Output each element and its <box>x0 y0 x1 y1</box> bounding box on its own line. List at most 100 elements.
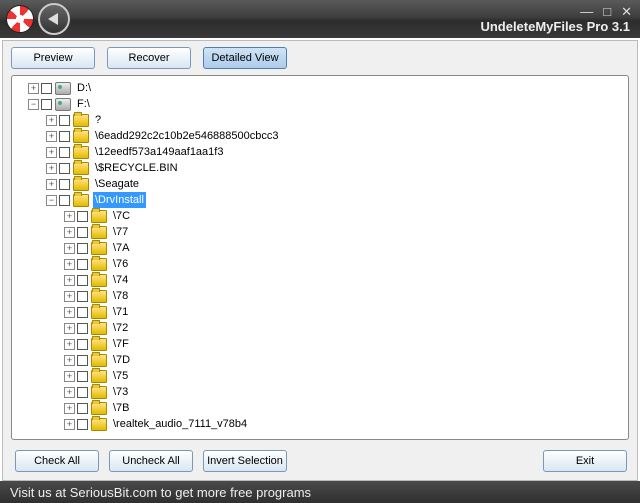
node-label[interactable]: \78 <box>111 288 130 304</box>
checkbox[interactable] <box>59 179 70 190</box>
tree-node[interactable]: + \7B <box>14 400 626 416</box>
checkbox[interactable] <box>41 83 52 94</box>
node-label[interactable]: \75 <box>111 368 130 384</box>
checkbox[interactable] <box>41 99 52 110</box>
node-label[interactable]: \12eedf573a149aaf1aa1f3 <box>93 144 225 160</box>
checkbox[interactable] <box>59 195 70 206</box>
node-label[interactable]: \DrvInstall <box>93 192 146 208</box>
tree-node[interactable]: + \77 <box>14 224 626 240</box>
node-label[interactable]: \7B <box>111 400 132 416</box>
detailed-view-button[interactable]: Detailed View <box>203 47 287 69</box>
expand-toggle[interactable]: + <box>46 131 57 142</box>
node-label[interactable]: \7C <box>111 208 132 224</box>
expand-toggle[interactable]: + <box>46 163 57 174</box>
checkbox[interactable] <box>77 387 88 398</box>
expand-toggle[interactable]: + <box>64 243 75 254</box>
node-label[interactable]: \72 <box>111 320 130 336</box>
node-label[interactable]: ? <box>93 112 103 128</box>
node-label[interactable]: \realtek_audio_7111_v78b4 <box>111 416 249 432</box>
tree-node[interactable]: + \75 <box>14 368 626 384</box>
expand-toggle[interactable]: + <box>64 259 75 270</box>
tree-node[interactable]: + \71 <box>14 304 626 320</box>
expand-toggle[interactable]: + <box>64 355 75 366</box>
tree-node[interactable]: + \78 <box>14 288 626 304</box>
check-all-button[interactable]: Check All <box>15 450 99 472</box>
node-label[interactable]: F:\ <box>75 96 92 112</box>
checkbox[interactable] <box>77 403 88 414</box>
checkbox[interactable] <box>77 323 88 334</box>
expand-toggle[interactable]: + <box>64 291 75 302</box>
tree-node[interactable]: + \7F <box>14 336 626 352</box>
expand-toggle[interactable]: + <box>64 323 75 334</box>
expand-toggle[interactable]: + <box>64 419 75 430</box>
checkbox[interactable] <box>77 227 88 238</box>
tree-node[interactable]: − F:\ <box>14 96 626 112</box>
node-label[interactable]: \Seagate <box>93 176 141 192</box>
expand-toggle[interactable]: + <box>64 403 75 414</box>
node-label[interactable]: \7A <box>111 240 132 256</box>
tree-node[interactable]: + \7D <box>14 352 626 368</box>
minimize-button[interactable]: — <box>580 4 593 20</box>
expand-toggle[interactable]: − <box>28 99 39 110</box>
expand-toggle[interactable]: + <box>46 147 57 158</box>
node-label[interactable]: \74 <box>111 272 130 288</box>
checkbox[interactable] <box>77 355 88 366</box>
tree-node[interactable]: + \12eedf573a149aaf1aa1f3 <box>14 144 626 160</box>
recover-button[interactable]: Recover <box>107 47 191 69</box>
expand-toggle[interactable]: + <box>64 211 75 222</box>
file-tree[interactable]: +D:\−F:\+?+\6eadd292c2c10b2e546888500cbc… <box>11 75 629 440</box>
expand-toggle[interactable]: + <box>64 371 75 382</box>
expand-toggle[interactable]: + <box>64 227 75 238</box>
tree-node[interactable]: +? <box>14 112 626 128</box>
node-label[interactable]: \$RECYCLE.BIN <box>93 160 180 176</box>
expand-toggle[interactable]: + <box>46 179 57 190</box>
tree-node[interactable]: + \7A <box>14 240 626 256</box>
tree-node[interactable]: + \Seagate <box>14 176 626 192</box>
checkbox[interactable] <box>77 419 88 430</box>
expand-toggle[interactable]: + <box>64 307 75 318</box>
node-label[interactable]: \76 <box>111 256 130 272</box>
preview-button[interactable]: Preview <box>11 47 95 69</box>
tree-node[interactable]: + \7C <box>14 208 626 224</box>
tree-node[interactable]: − \DrvInstall <box>14 192 626 208</box>
checkbox[interactable] <box>77 339 88 350</box>
checkbox[interactable] <box>77 243 88 254</box>
checkbox[interactable] <box>59 147 70 158</box>
node-label[interactable]: \71 <box>111 304 130 320</box>
expand-toggle[interactable]: + <box>46 115 57 126</box>
tree-node[interactable]: + \73 <box>14 384 626 400</box>
expand-toggle[interactable]: − <box>46 195 57 206</box>
checkbox[interactable] <box>77 275 88 286</box>
maximize-button[interactable]: □ <box>603 4 611 20</box>
checkbox[interactable] <box>77 371 88 382</box>
node-label[interactable]: \7D <box>111 352 132 368</box>
expand-toggle[interactable]: + <box>64 387 75 398</box>
tree-node[interactable]: + \$RECYCLE.BIN <box>14 160 626 176</box>
close-button[interactable]: ✕ <box>621 4 632 20</box>
expand-toggle[interactable]: + <box>64 275 75 286</box>
tree-node[interactable]: + \76 <box>14 256 626 272</box>
tree-node[interactable]: + D:\ <box>14 80 626 96</box>
checkbox[interactable] <box>77 291 88 302</box>
expand-toggle[interactable]: + <box>28 83 39 94</box>
node-label[interactable]: D:\ <box>75 80 93 96</box>
tree-node[interactable]: + \74 <box>14 272 626 288</box>
checkbox[interactable] <box>77 259 88 270</box>
node-label[interactable]: \73 <box>111 384 130 400</box>
node-label[interactable]: \7F <box>111 336 131 352</box>
exit-button[interactable]: Exit <box>543 450 627 472</box>
checkbox[interactable] <box>59 115 70 126</box>
node-label[interactable]: \6eadd292c2c10b2e546888500cbcc3 <box>93 128 281 144</box>
node-label[interactable]: \77 <box>111 224 130 240</box>
tree-node[interactable]: + \72 <box>14 320 626 336</box>
tree-node[interactable]: + \realtek_audio_7111_v78b4 <box>14 416 626 432</box>
back-button[interactable] <box>38 3 70 35</box>
expand-toggle[interactable]: + <box>64 339 75 350</box>
uncheck-all-button[interactable]: Uncheck All <box>109 450 193 472</box>
checkbox[interactable] <box>77 211 88 222</box>
checkbox[interactable] <box>59 131 70 142</box>
checkbox[interactable] <box>77 307 88 318</box>
invert-selection-button[interactable]: Invert Selection <box>203 450 287 472</box>
checkbox[interactable] <box>59 163 70 174</box>
tree-node[interactable]: + \6eadd292c2c10b2e546888500cbcc3 <box>14 128 626 144</box>
